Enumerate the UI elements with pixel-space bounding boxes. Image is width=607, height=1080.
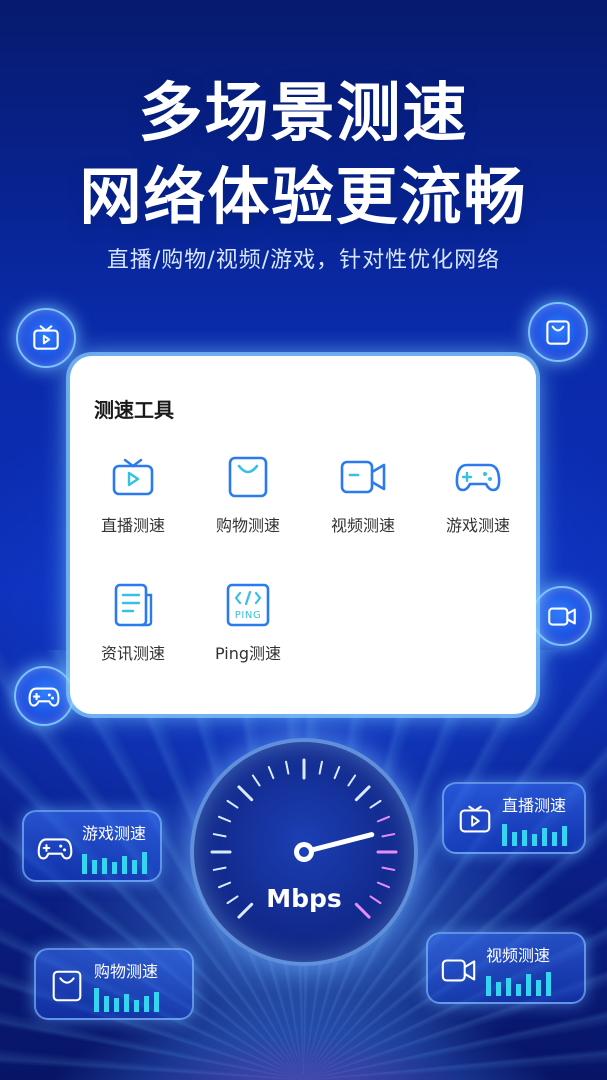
- tool-shopping-speed-test[interactable]: 购物测速: [193, 452, 303, 536]
- gauge-tick: [251, 774, 261, 787]
- hero-title-line-2: 网络体验更流畅: [79, 160, 528, 233]
- gauge-dial: [210, 758, 398, 919]
- side-card-label: 视频测速: [486, 946, 551, 965]
- gamepad-icon: [37, 838, 73, 860]
- signal-bars-icon: [82, 852, 147, 874]
- gauge-tick: [376, 815, 390, 823]
- tool-label: 视频测速: [330, 516, 395, 535]
- shopping-bag-icon: [228, 456, 268, 498]
- tools-panel-title: 测速工具: [94, 398, 174, 422]
- gauge-tick: [354, 785, 371, 802]
- gauge-tick: [369, 799, 382, 809]
- gauge-tick: [381, 833, 396, 838]
- floating-tv-bubble: [16, 308, 76, 368]
- gauge-tick: [381, 866, 396, 871]
- tv-icon: [459, 805, 491, 833]
- gauge-tick: [218, 815, 232, 823]
- gauge-unit-label: Mbps: [266, 884, 342, 913]
- tool-news-speed-test[interactable]: 资讯测速: [78, 580, 188, 664]
- tool-label: 直播测速: [100, 516, 165, 535]
- gauge-tick: [285, 760, 290, 775]
- tv-icon: [112, 458, 154, 496]
- signal-bars-icon: [486, 972, 551, 996]
- floating-gamepad-bubble: [14, 666, 74, 726]
- shopping-bag-icon: [52, 970, 82, 1002]
- floating-video-bubble: [532, 586, 592, 646]
- tool-label: 游戏测速: [445, 516, 510, 535]
- video-camera-icon: [441, 959, 476, 982]
- gauge-tick: [237, 785, 254, 802]
- tool-label: Ping测速: [214, 644, 282, 663]
- gauge-tick: [212, 866, 227, 871]
- signal-bars-icon: [94, 988, 159, 1012]
- hero-title-line-1: 多场景测速: [138, 77, 469, 151]
- gamepad-icon: [28, 687, 60, 707]
- tool-label: 资讯测速: [100, 644, 165, 663]
- tv-icon: [33, 325, 59, 350]
- gamepad-icon: [455, 463, 501, 492]
- side-card-label: 直播测速: [502, 796, 567, 815]
- video-camera-icon: [340, 460, 386, 494]
- side-card-live[interactable]: 直播测速: [442, 782, 586, 854]
- speed-gauge: Mbps: [190, 738, 418, 966]
- tool-ping-speed-test[interactable]: PING Ping测速: [193, 580, 303, 664]
- gauge-tick: [226, 799, 239, 809]
- shopping-bag-icon: [546, 320, 570, 345]
- side-card-label: 购物测速: [94, 962, 159, 981]
- side-card-video[interactable]: 视频测速: [426, 932, 586, 1004]
- tool-game-speed-test[interactable]: 游戏测速: [423, 452, 533, 536]
- tool-live-speed-test[interactable]: 直播测速: [78, 452, 188, 536]
- gauge-needle: [301, 832, 375, 855]
- tool-video-speed-test[interactable]: 视频测速: [308, 452, 418, 536]
- signal-bars-icon: [502, 824, 567, 846]
- side-card-game[interactable]: 游戏测速: [22, 810, 162, 882]
- gauge-tick: [333, 766, 341, 780]
- floating-shopping-bubble: [528, 302, 588, 362]
- gauge-tick: [347, 774, 357, 787]
- video-camera-icon: [548, 607, 576, 626]
- side-card-shopping[interactable]: 购物测速: [34, 948, 194, 1020]
- ping-icon: PING: [226, 583, 270, 627]
- gauge-tick: [212, 833, 227, 838]
- svg-text:PING: PING: [235, 610, 262, 621]
- hero-subtitle: 直播/购物/视频/游戏，针对性优化网络: [106, 248, 501, 273]
- speed-test-tools-panel: 测速工具 直播测速 购物测速 视频测速 游戏测速 资讯测速 PING Ping测…: [70, 356, 536, 714]
- news-document-icon: [114, 583, 153, 627]
- side-card-label: 游戏测速: [82, 824, 147, 843]
- gauge-tick: [267, 766, 275, 780]
- gauge-tick: [318, 760, 323, 775]
- tool-label: 购物测速: [215, 516, 280, 535]
